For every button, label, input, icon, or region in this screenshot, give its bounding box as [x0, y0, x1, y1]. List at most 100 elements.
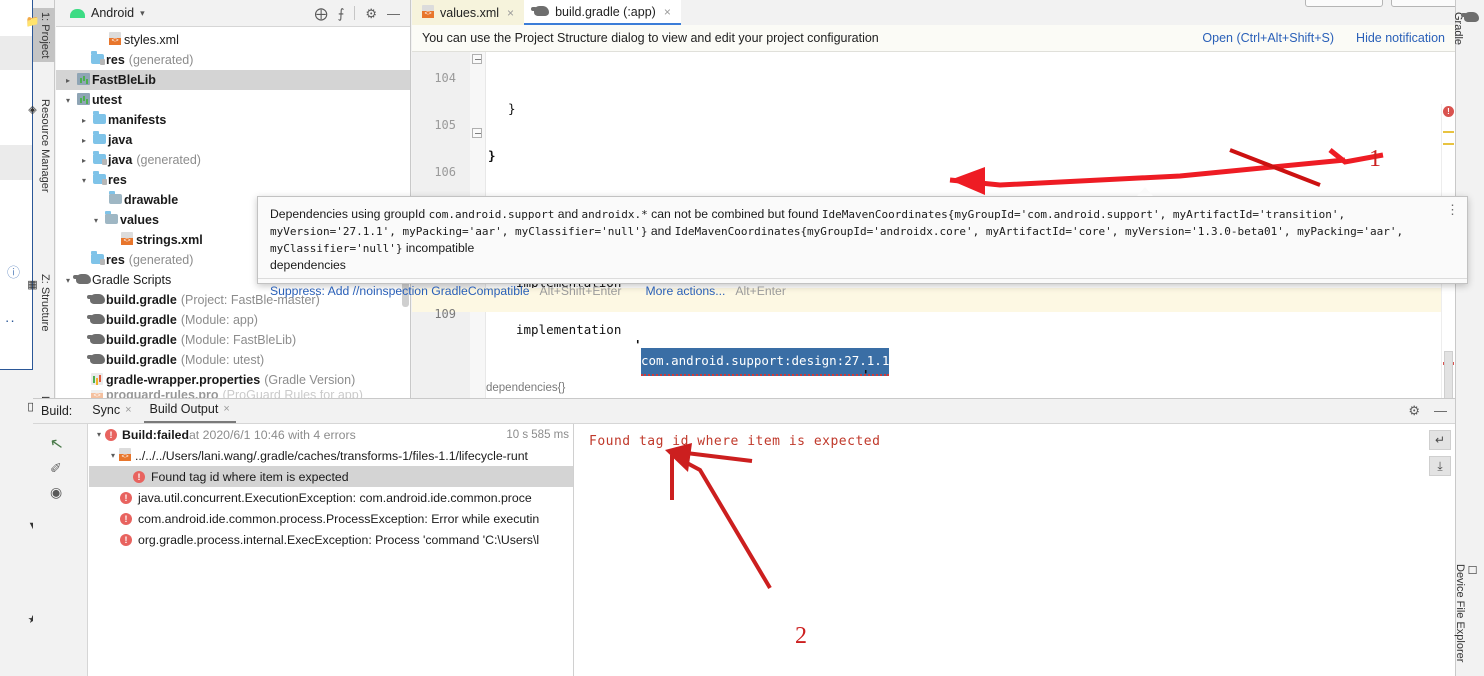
chevron-right-icon[interactable]: ▸: [62, 76, 74, 85]
device-icon: ☐: [1466, 564, 1478, 577]
tab-sync[interactable]: Sync ×: [86, 400, 137, 422]
chevron-down-icon[interactable]: ▾: [93, 430, 105, 439]
tree-row[interactable]: ▸ java: [56, 130, 410, 150]
locate-icon[interactable]: ⨁: [315, 7, 328, 20]
chevron-right-icon[interactable]: ▸: [78, 156, 90, 165]
chevron-down-icon[interactable]: ▾: [62, 96, 74, 105]
editor-scrollbar-thumb[interactable]: [1444, 351, 1453, 398]
more-actions-link[interactable]: More actions...: [645, 284, 725, 298]
code-line-105[interactable]: 105 }: [412, 99, 1455, 163]
xml-file-icon: [119, 447, 131, 464]
build-panel-label: Build:: [41, 404, 73, 418]
breadcrumb[interactable]: dependencies{}: [486, 382, 565, 394]
code-text: implementation: [516, 321, 622, 337]
build-error-message: org.gradle.process.internal.ExecExceptio…: [138, 532, 540, 547]
chevron-right-icon[interactable]: ▸: [78, 136, 90, 145]
build-console[interactable]: Found tag id where item is expected ↵ ⤓: [575, 424, 1455, 676]
sidebar-label-device-file-explorer: Device File Explorer: [1454, 564, 1466, 663]
suppress-inspection-link[interactable]: Suppress: Add //noinspection GradleCompa…: [270, 284, 529, 298]
project-structure-notification: You can use the Project Structure dialog…: [412, 25, 1455, 52]
build-error-message: Found tag id where item is expected: [151, 469, 349, 484]
chevron-right-icon[interactable]: ▸: [78, 116, 90, 125]
close-icon[interactable]: ×: [664, 5, 671, 19]
tree-row[interactable]: build.gradle (Module: FastBleLib): [56, 330, 410, 350]
tree-row[interactable]: gradle-wrapper.properties (Gradle Versio…: [56, 370, 410, 390]
toolbar-combo-1[interactable]: [1305, 0, 1383, 7]
console-side-buttons: ↵ ⤓: [1429, 430, 1451, 476]
build-row-error-selected[interactable]: ! Found tag id where item is expected: [89, 466, 573, 487]
selected-dependency-token[interactable]: com.android.support:design:27.1.1: [641, 347, 890, 376]
tree-row-utest[interactable]: ▾ utest: [56, 90, 410, 110]
collapse-all-icon[interactable]: ⨍: [338, 7, 345, 20]
tree-label: res: [106, 53, 125, 67]
sidebar-item-device-file-explorer[interactable]: ☐ Device File Explorer: [1451, 560, 1482, 666]
build-status: failed: [156, 427, 189, 442]
scroll-to-end-icon[interactable]: ⤓: [1429, 456, 1451, 476]
tab-label: Build Output: [149, 402, 219, 416]
chevron-down-icon[interactable]: ▾: [78, 176, 90, 185]
close-icon[interactable]: ×: [125, 404, 131, 416]
line-number: 106: [434, 165, 456, 180]
xml-file-icon: [118, 232, 136, 248]
build-row-error[interactable]: ! com.android.ide.common.process.Process…: [89, 508, 573, 529]
tree-row[interactable]: build.gradle (Module: app): [56, 310, 410, 330]
error-icon: !: [105, 428, 117, 441]
code-line-104[interactable]: 104 }: [412, 52, 1455, 116]
minimize-icon[interactable]: —: [1434, 403, 1447, 419]
build-row-error[interactable]: ! java.util.concurrent.ExecutionExceptio…: [89, 487, 573, 508]
project-tree-scrollbar[interactable]: [401, 27, 410, 357]
tree-row-fastblelib[interactable]: ▸ FastBleLib: [56, 70, 410, 90]
tree-sublabel: (generated): [128, 53, 194, 67]
gear-icon[interactable]: ⚙: [1408, 403, 1420, 419]
tab-build-output[interactable]: Build Output ×: [143, 399, 236, 423]
chevron-down-icon[interactable]: ▾: [107, 451, 119, 460]
tree-row[interactable]: ▸ manifests: [56, 110, 410, 130]
tree-sublabel: (Gradle Version): [264, 373, 356, 387]
sidebar-item-resource-manager[interactable]: Resource Manager ◈: [26, 95, 55, 197]
warning-marker[interactable]: [1443, 143, 1454, 145]
hide-notification-link[interactable]: Hide notification: [1356, 31, 1445, 45]
build-row-file[interactable]: ▾ ../../../Users/lani.wang/.gradle/cache…: [89, 445, 573, 466]
build-status-prefix: Build:: [122, 427, 157, 442]
tree-row[interactable]: styles.xml: [56, 30, 410, 50]
fold-marker-icon[interactable]: [472, 128, 482, 139]
tree-row[interactable]: ▾ res: [56, 170, 410, 190]
msg-part: incompatible: [402, 241, 475, 255]
build-panel-header: Build: Sync × Build Output × ⚙ —: [33, 398, 1455, 424]
rerun-build-icon[interactable]: ↖: [48, 433, 65, 455]
folder-icon: [90, 111, 108, 127]
tab-values-xml[interactable]: values.xml ×: [412, 0, 525, 25]
error-count-icon[interactable]: !: [1443, 106, 1454, 117]
tree-label: manifests: [108, 113, 167, 127]
chevron-down-icon[interactable]: ▾: [140, 8, 145, 19]
soft-wrap-icon[interactable]: ↵: [1429, 430, 1451, 450]
open-project-structure-link[interactable]: Open (Ctrl+Alt+Shift+S): [1202, 31, 1334, 45]
code-line-106[interactable]: 106: [412, 146, 1455, 179]
sidebar-item-project[interactable]: 1: Project 📁: [26, 8, 55, 63]
kebab-menu-icon[interactable]: ⋮: [1446, 203, 1459, 216]
close-icon[interactable]: ×: [507, 6, 514, 20]
tree-row[interactable]: res (generated): [56, 50, 410, 70]
close-icon[interactable]: ×: [223, 403, 229, 415]
folder-generated-icon: [88, 51, 106, 67]
build-row-error[interactable]: ! org.gradle.process.internal.ExecExcept…: [89, 529, 573, 550]
gear-icon[interactable]: ⚙: [365, 7, 377, 20]
minimize-icon[interactable]: —: [387, 7, 400, 20]
tree-row[interactable]: ▸ java (generated): [56, 150, 410, 170]
fold-marker-icon[interactable]: [472, 54, 482, 64]
sidebar-item-gradle[interactable]: Gradle: [1449, 8, 1482, 49]
warning-marker[interactable]: [1443, 131, 1454, 133]
pin-icon[interactable]: ✐: [50, 460, 62, 477]
chevron-down-icon[interactable]: ▾: [90, 216, 102, 225]
line-number: 105: [434, 118, 456, 133]
msg-part: can not be combined but found: [647, 207, 822, 221]
folder-icon: 📁: [26, 16, 38, 30]
tree-label: build.gradle: [106, 333, 177, 347]
gradle-elephant-icon: [86, 353, 106, 367]
inspection-tooltip[interactable]: Dependencies using groupId com.android.s…: [257, 196, 1468, 298]
tree-row[interactable]: build.gradle (Module: utest): [56, 350, 410, 370]
eye-icon[interactable]: ◉: [50, 484, 62, 501]
build-row-summary[interactable]: ▾ ! Build: failed at 2020/6/1 10:46 with…: [89, 424, 573, 445]
sidebar-item-structure[interactable]: Z: Structure ▦: [26, 270, 55, 335]
tab-build-gradle-app[interactable]: build.gradle (:app) ×: [524, 0, 681, 25]
